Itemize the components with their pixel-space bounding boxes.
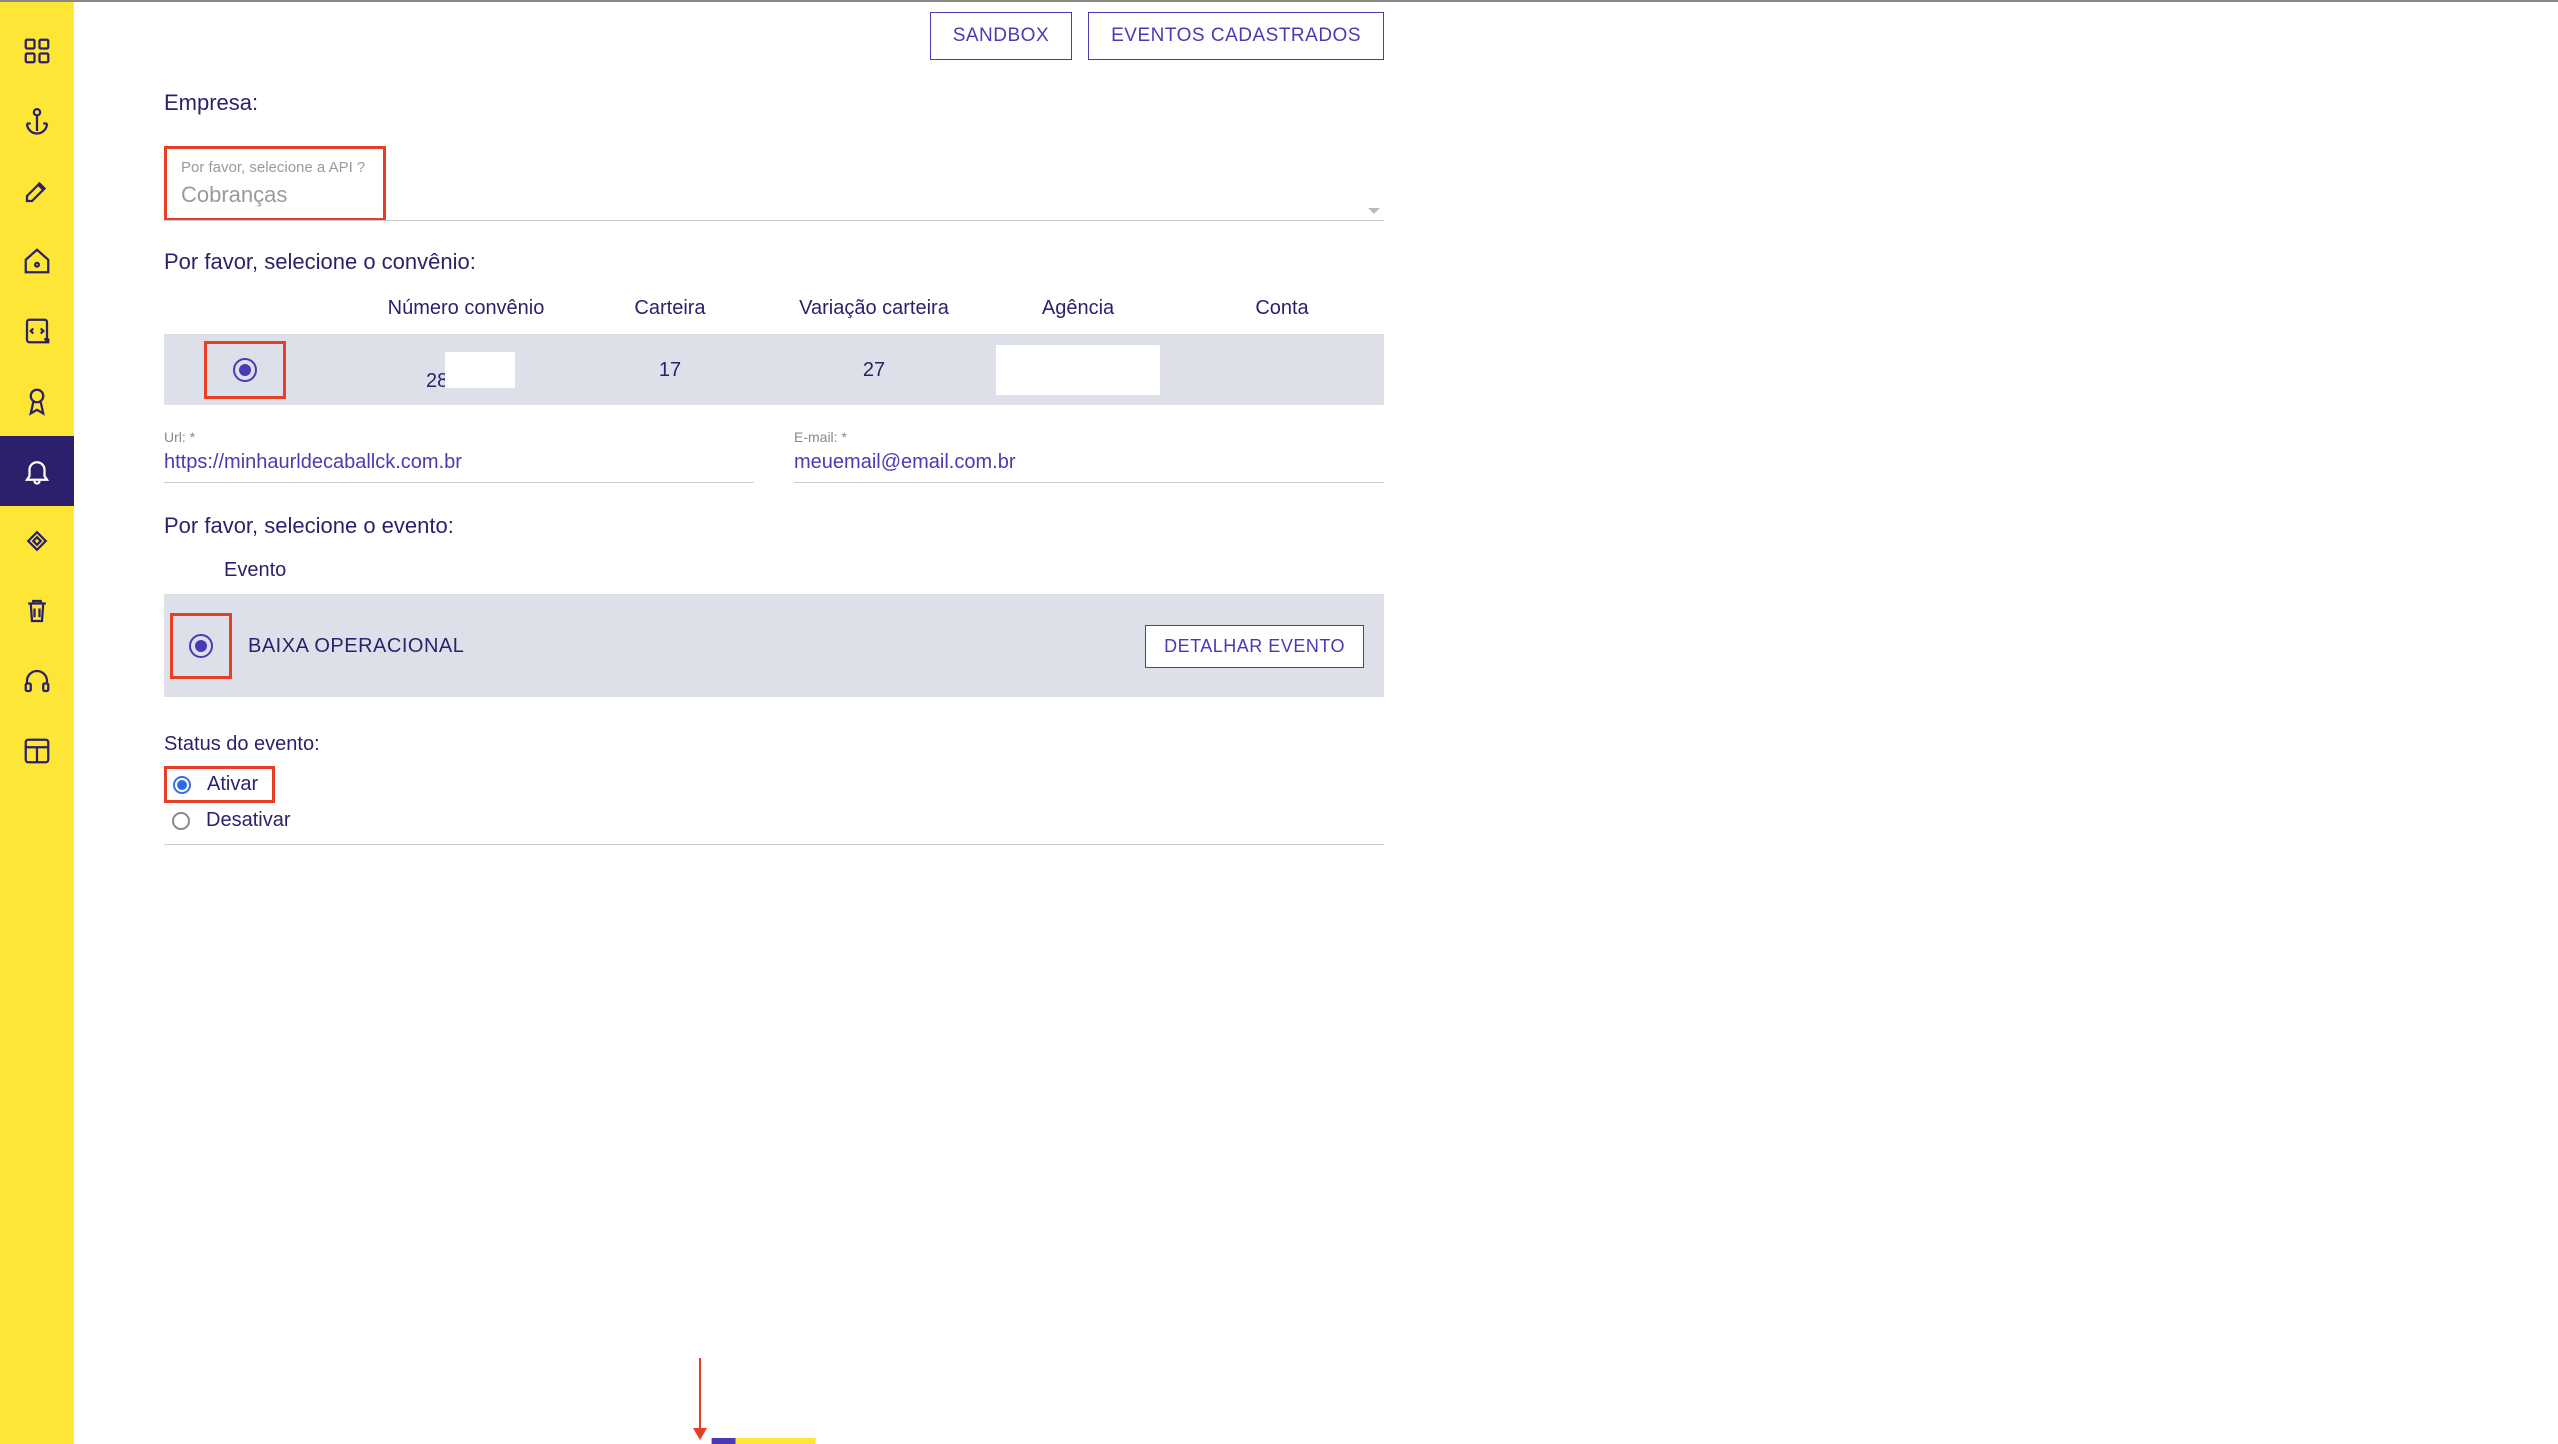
nav-badge[interactable]	[0, 366, 74, 436]
nav-home[interactable]	[0, 226, 74, 296]
status-ativar-highlight: Ativar	[164, 766, 275, 803]
email-value: meuemail@email.com.br	[794, 451, 1384, 483]
evento-col-header: Evento	[164, 553, 1384, 595]
evento-row[interactable]: BAIXA OPERACIONAL DETALHAR EVENTO	[164, 595, 1384, 697]
layout-icon	[22, 736, 52, 766]
email-field[interactable]: E-mail: * meuemail@email.com.br	[794, 429, 1384, 483]
api-select-highlight: Por favor, selecione a API ? Cobranças	[164, 146, 386, 221]
nav-dashboard[interactable]	[0, 16, 74, 86]
convenio-table: Número convênio Carteira Variação cartei…	[164, 289, 1384, 405]
col-variacao: Variação carteira	[772, 297, 976, 320]
nav-trash[interactable]	[0, 576, 74, 646]
empresa-label: Empresa:	[164, 90, 1384, 116]
evento-radio[interactable]	[189, 634, 213, 658]
nav-pix[interactable]	[0, 506, 74, 576]
status-desativar[interactable]: Desativar	[164, 807, 1384, 834]
radio-ativar[interactable]	[173, 776, 191, 794]
url-label: Url: *	[164, 429, 754, 445]
top-actions: SANDBOX EVENTOS CADASTRADOS	[164, 12, 1384, 60]
status-ativar-label: Ativar	[207, 773, 258, 796]
nav-layout[interactable]	[0, 716, 74, 786]
convenio-title: Por favor, selecione o convênio:	[164, 249, 1384, 275]
col-conta: Conta	[1180, 297, 1384, 320]
home-icon	[22, 246, 52, 276]
cell-carteira: 17	[568, 359, 772, 382]
api-value: Cobranças	[181, 182, 365, 208]
trash-icon	[22, 596, 52, 626]
status-block: Status do evento: Ativar Desativar	[164, 733, 1384, 845]
cell-agencia	[976, 335, 1180, 405]
status-title: Status do evento:	[164, 733, 1384, 756]
col-numero: Número convênio	[364, 297, 568, 320]
main-content: SANDBOX EVENTOS CADASTRADOS Empresa: Por…	[74, 2, 1474, 1444]
award-icon	[22, 386, 52, 416]
url-email-row: Url: * https://minhaurldecaballck.com.br…	[164, 429, 1384, 483]
radio-desativar[interactable]	[172, 812, 190, 830]
code-download-icon	[22, 316, 52, 346]
col-carteira: Carteira	[568, 297, 772, 320]
sidebar	[0, 2, 74, 1444]
chevron-down-icon	[1368, 208, 1380, 214]
detalhar-evento-button[interactable]: DETALHAR EVENTO	[1145, 625, 1364, 668]
api-select[interactable]: Por favor, selecione a API ? Cobranças	[164, 146, 1384, 221]
edit-icon	[22, 176, 52, 206]
evento-title: Por favor, selecione o evento:	[164, 513, 1384, 539]
convenio-row[interactable]: 287 17 27	[164, 335, 1384, 405]
url-field[interactable]: Url: * https://minhaurldecaballck.com.br	[164, 429, 754, 483]
convenio-radio[interactable]	[233, 358, 257, 382]
api-underline	[164, 220, 1384, 221]
progress-strip	[712, 1438, 816, 1444]
grid-icon	[22, 36, 52, 66]
nav-anchor[interactable]	[0, 86, 74, 156]
app-root: SANDBOX EVENTOS CADASTRADOS Empresa: Por…	[0, 0, 2558, 1444]
anchor-icon	[22, 106, 52, 136]
evento-name: BAIXA OPERACIONAL	[248, 635, 464, 658]
status-ativar[interactable]: Ativar	[173, 771, 258, 798]
evento-radio-highlight	[170, 613, 232, 679]
annotation-arrow	[699, 1358, 701, 1438]
status-desativar-label: Desativar	[206, 809, 290, 832]
bell-icon	[22, 456, 52, 486]
sandbox-button[interactable]: SANDBOX	[930, 12, 1072, 60]
headphones-icon	[22, 666, 52, 696]
pix-icon	[22, 526, 52, 556]
nav-notifications[interactable]	[0, 436, 74, 506]
col-agencia: Agência	[976, 297, 1180, 320]
redaction-mask	[445, 352, 515, 388]
convenio-header: Número convênio Carteira Variação cartei…	[164, 289, 1384, 335]
nav-support[interactable]	[0, 646, 74, 716]
api-hint: Por favor, selecione a API ?	[181, 159, 365, 176]
nav-edit[interactable]	[0, 156, 74, 226]
convenio-radio-highlight	[204, 341, 286, 399]
email-label: E-mail: *	[794, 429, 1384, 445]
eventos-cadastrados-button[interactable]: EVENTOS CADASTRADOS	[1088, 12, 1384, 60]
url-value: https://minhaurldecaballck.com.br	[164, 451, 754, 483]
nav-download[interactable]	[0, 296, 74, 366]
cell-variacao: 27	[772, 359, 976, 382]
